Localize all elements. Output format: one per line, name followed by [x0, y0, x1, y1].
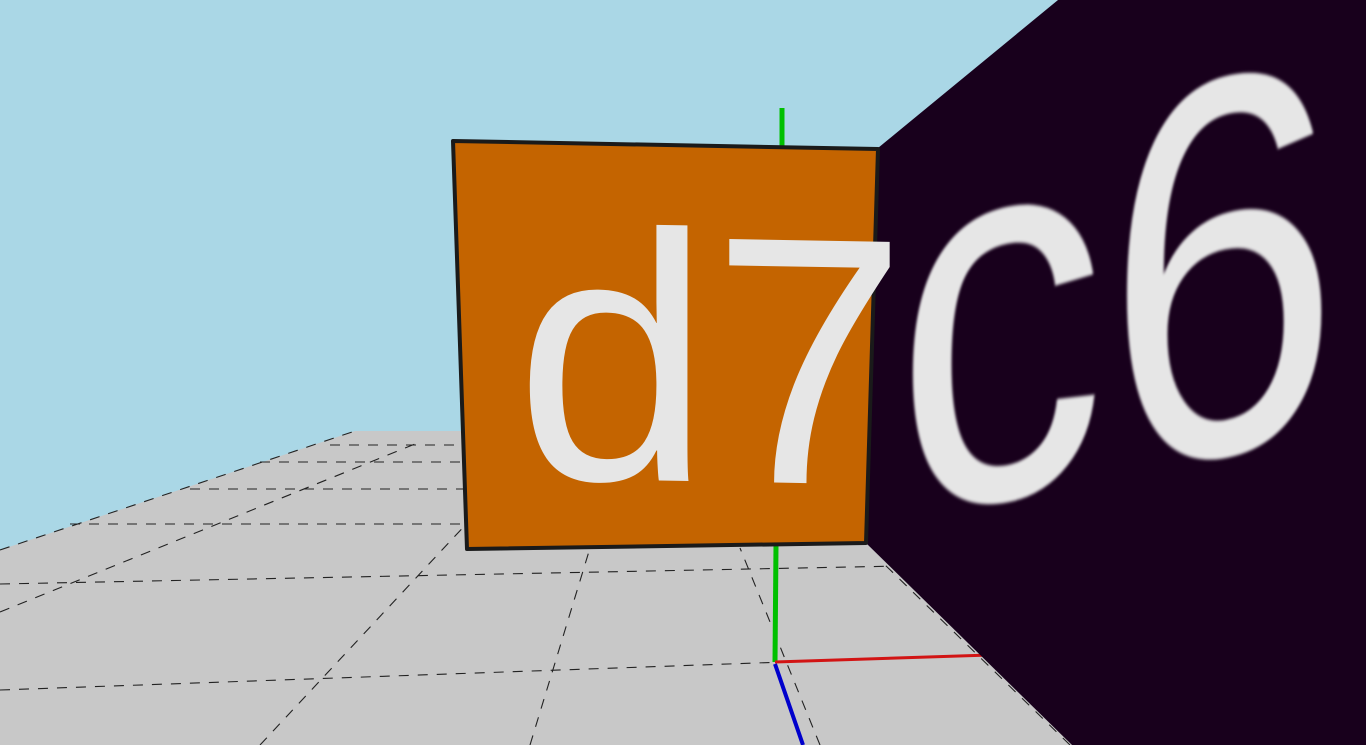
cube-c6-label: c6 — [895, 0, 1340, 635]
3d-viewport[interactable]: c6 d7 — [0, 0, 1366, 745]
y-axis-lower — [772, 544, 779, 663]
cube-d7[interactable]: d7 — [451, 139, 907, 560]
cube-d7-label: d7 — [515, 159, 907, 560]
scene-canvas[interactable]: c6 d7 — [0, 0, 1366, 745]
